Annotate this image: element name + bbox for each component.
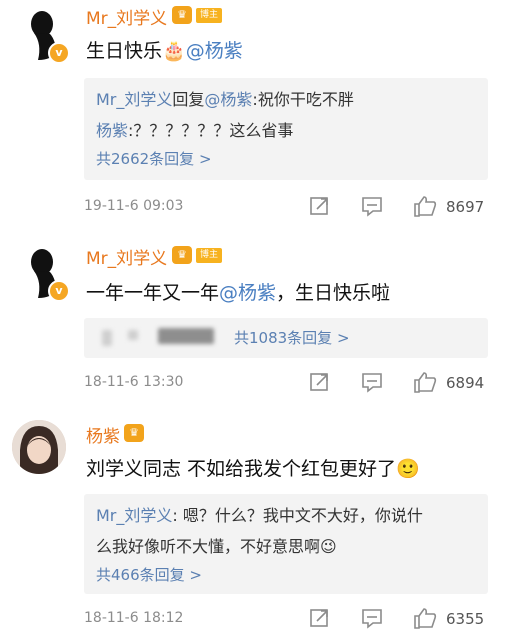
reply-user[interactable]: 杨紫 <box>96 121 128 140</box>
verified-badge-icon: v <box>48 280 70 302</box>
comment-username[interactable]: 杨紫 <box>86 422 120 447</box>
comment-text: 生日快乐🎂@杨紫 <box>86 36 243 63</box>
comment-3: 杨紫 ♛ 刘学义同志 不如给我发个红包更好了🙂 Mr_刘学义: 嗯？什么？我中文… <box>0 408 507 640</box>
comment-text: 刘学义同志 不如给我发个红包更好了🙂 <box>86 454 420 481</box>
reply-user[interactable]: Mr_刘学义 <box>96 90 172 109</box>
reply-text: :？？？？？？这么省事 <box>128 121 294 140</box>
like-icon[interactable] <box>413 606 437 630</box>
comment-text-suffix: ，生日快乐啦 <box>276 282 391 304</box>
reply-line-1: Mr_刘学义: 嗯？什么？我中文不大好，你说什 <box>96 502 423 526</box>
reply-line-2: 么我好像听不大懂，不好意思啊😉 <box>96 533 337 557</box>
reply-count-link[interactable]: 共2662条回复 > <box>96 148 212 169</box>
like-count: 8697 <box>446 198 485 216</box>
comment-timestamp: 18-11-6 18:12 <box>84 610 184 626</box>
comment-timestamp: 18-11-6 13:30 <box>84 374 184 390</box>
comment-username[interactable]: Mr_刘学义 <box>86 4 167 29</box>
comment-icon[interactable] <box>361 607 383 629</box>
fan-badge-icon: ♛ <box>172 246 192 264</box>
blurred-reply-preview <box>102 330 112 346</box>
wink-emoji-icon: 😉 <box>320 537 337 556</box>
comment-text-main: 一年一年又一年 <box>86 282 220 304</box>
reply-text: : 嗯？什么？我中文不大好，你说什 <box>172 506 423 525</box>
mention-link[interactable]: @杨紫 <box>219 282 276 304</box>
blurred-reply-preview <box>128 330 138 340</box>
comment-timestamp: 19-11-6 09:03 <box>84 198 184 214</box>
comment-icon[interactable] <box>361 371 383 393</box>
author-tag: 博主 <box>196 8 223 23</box>
mention-link[interactable]: @杨紫 <box>186 40 243 62</box>
author-tag: 博主 <box>196 248 223 263</box>
reply-count-link[interactable]: 共466条回复 > <box>96 564 202 585</box>
comment-username[interactable]: Mr_刘学义 <box>86 244 167 269</box>
reply-text: :祝你干吃不胖 <box>252 90 354 109</box>
share-icon[interactable] <box>309 607 331 629</box>
reply-box: Mr_刘学义回复@杨紫:祝你干吃不胖 杨紫:？？？？？？这么省事 共2662条回… <box>84 78 488 180</box>
like-count: 6355 <box>446 610 485 628</box>
smile-emoji-icon: 🙂 <box>396 458 420 480</box>
reply-mention[interactable]: @杨紫 <box>204 90 252 109</box>
like-count: 6894 <box>446 374 485 392</box>
comment-text: 一年一年又一年@杨紫，生日快乐啦 <box>86 278 390 305</box>
comment-text-main: 生日快乐 <box>86 40 163 62</box>
comment-2: v Mr_刘学义 ♛ 博主 一年一年又一年@杨紫，生日快乐啦 共1083条回复 … <box>0 232 507 404</box>
reply-verb: 回复 <box>172 90 205 109</box>
reply-box: 共1083条回复 > <box>84 318 488 358</box>
like-icon[interactable] <box>413 194 437 218</box>
share-icon[interactable] <box>309 195 331 217</box>
verified-badge-icon: v <box>48 42 70 64</box>
reply-user[interactable]: Mr_刘学义 <box>96 506 172 525</box>
blurred-reply-preview <box>158 328 214 344</box>
avatar[interactable] <box>12 420 66 474</box>
reply-box: Mr_刘学义: 嗯？什么？我中文不大好，你说什 么我好像听不大懂，不好意思啊😉 … <box>84 494 488 594</box>
comment-1: v Mr_刘学义 ♛ 博主 生日快乐🎂@杨紫 Mr_刘学义回复@杨紫:祝你干吃不… <box>0 0 507 228</box>
share-icon[interactable] <box>309 371 331 393</box>
reply-text: 么我好像听不大懂，不好意思啊 <box>96 537 321 556</box>
like-icon[interactable] <box>413 370 437 394</box>
fan-badge-icon: ♛ <box>172 6 192 24</box>
cake-emoji-icon: 🎂 <box>162 40 186 62</box>
comment-text-main: 刘学义同志 不如给我发个红包更好了 <box>86 458 397 480</box>
comment-icon[interactable] <box>361 195 383 217</box>
reply-count-link[interactable]: 共1083条回复 > <box>234 327 350 348</box>
reply-line-1: Mr_刘学义回复@杨紫:祝你干吃不胖 <box>96 86 354 110</box>
fan-badge-icon: ♛ <box>124 424 144 442</box>
avatar-photo-icon <box>12 420 66 474</box>
reply-line-2: 杨紫:？？？？？？这么省事 <box>96 117 293 141</box>
